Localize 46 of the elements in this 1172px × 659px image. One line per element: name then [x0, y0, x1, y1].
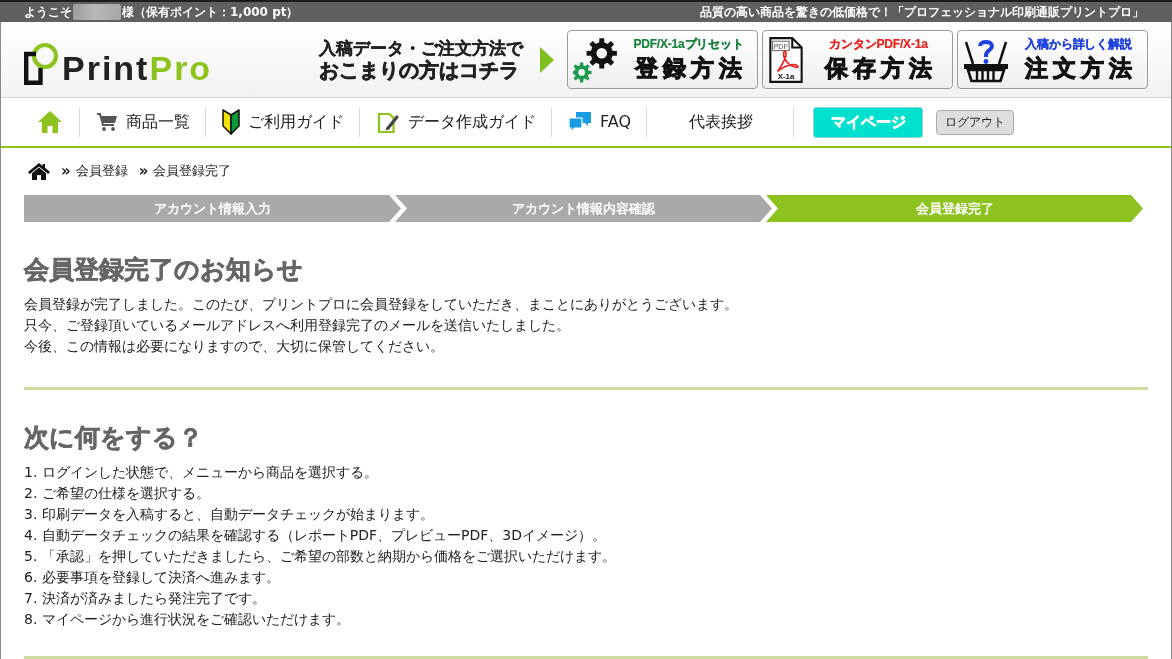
- list-item: 2. ご希望の仕様を選択する。: [24, 484, 211, 503]
- logo-icon: [24, 42, 58, 85]
- beginner-mark-icon: [222, 109, 240, 135]
- nav-link[interactable]: ご利用ガイド: [222, 109, 344, 135]
- list-item: 1. ログインした状態で、メニューから商品を選択する。: [24, 463, 379, 482]
- document-pencil-icon: [376, 110, 400, 134]
- caption-text: カンタンPDF/X-1a: [829, 36, 928, 53]
- caption-text: 入稿から詳しく解説: [1025, 36, 1132, 53]
- body-text: 会員登録が完了しました。このたび、プリントプロに会員登録をしていただき、まことにありがとうございます。: [24, 295, 739, 314]
- nav-link[interactable]: FAQ: [568, 111, 631, 133]
- cart-icon: [96, 112, 118, 132]
- progress-step: 会員登録完了: [766, 195, 1143, 222]
- logout-button[interactable]: ログアウト: [936, 109, 1014, 135]
- list-item: 3. 印刷データを入稿すると、自動データチェックが始まります。: [24, 505, 435, 524]
- body-text: 只今、ご登録頂いているメールアドレスへ利用登録完了のメールを送信いたしました。: [24, 316, 571, 335]
- current-page-text: 会員登録完了: [153, 162, 232, 180]
- gears-icon: [573, 36, 619, 83]
- breadcrumb-link[interactable]: 会員登録: [75, 161, 128, 181]
- section-heading: 次に何をする？: [24, 423, 204, 453]
- nav-link[interactable]: データ作成ガイド: [376, 110, 536, 134]
- greeting-text: ようこそ: [24, 4, 72, 20]
- points-text: 様（保有ポイント：1,000 pt）: [122, 4, 299, 20]
- breadcrumb-separator: »: [61, 161, 71, 181]
- chat-bubbles-icon: [568, 111, 592, 133]
- progress-step: アカウント情報入力: [24, 195, 401, 222]
- nav-link[interactable]: 代表挨拶: [689, 111, 753, 133]
- list-item: 5. 「承認」を押していただきましたら、ご希望の部数と納期から価格をご選択いただけます。: [24, 547, 617, 566]
- section-heading: 会員登録完了のお知らせ: [24, 255, 304, 285]
- help-text: 入稿データ・ご注文方法で: [319, 37, 523, 59]
- right-triangle-icon: [540, 46, 554, 73]
- list-item: 6. 必要事項を登録して決済へ進みます。: [24, 568, 281, 587]
- logo-text[interactable]: PrintPro: [62, 50, 213, 85]
- nav-link[interactable]: 商品一覧: [96, 111, 190, 133]
- progress-step: アカウント情報内容確認: [395, 195, 772, 222]
- list-item: 4. 自動データチェックの結果を確認する（レポートPDF、プレビューPDF、3Dイメージ）。: [24, 526, 608, 545]
- caption-text: PDF/X-1aプリセット: [633, 36, 744, 53]
- guide-button[interactable]: 入稿から詳しく解説 注文方法: [957, 30, 1148, 89]
- list-item: 7. 決済が済みましたら発注完了です。: [24, 589, 267, 608]
- tagline-text: 品質の高い商品を驚きの低価格で！「プロフェッショナル印刷通販プリントプロ」: [700, 4, 1144, 20]
- help-text: おこまりの方はコチラ: [319, 58, 520, 82]
- blurred-name: [73, 4, 121, 20]
- list-item: 8. マイページから進行状況をご確認いただけます。: [24, 610, 351, 629]
- body-text: 今後、この情報は必要になりますので、大切に保管してください。: [24, 337, 445, 356]
- breadcrumb-separator: »: [138, 161, 149, 181]
- home-icon[interactable]: [28, 162, 50, 180]
- guide-button[interactable]: PDF/X-1aプリセット 登録方法: [567, 30, 758, 89]
